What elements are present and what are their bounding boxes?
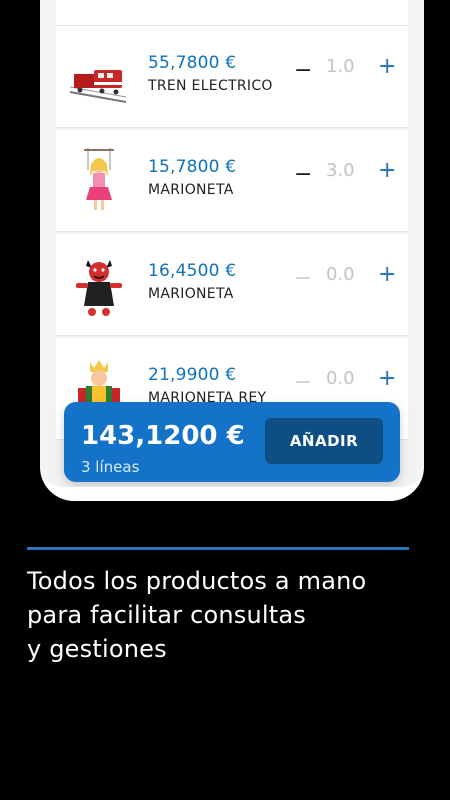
- add-button[interactable]: AÑADIR: [265, 418, 383, 464]
- product-price: 16,4500 €: [148, 261, 237, 281]
- promo-caption: Todos los productos a mano para facilita…: [27, 564, 417, 666]
- decrease-quantity-button[interactable]: −: [294, 58, 312, 83]
- puppet-girl-image: [84, 148, 114, 210]
- product-price: 21,9900 €: [148, 365, 237, 385]
- train-toy-image: [69, 70, 127, 103]
- product-price: 15,7800 €: [148, 157, 237, 177]
- caption-line: Todos los productos a mano: [27, 567, 367, 595]
- quantity-value[interactable]: 3.0: [326, 160, 355, 181]
- product-price: 55,7800 €: [148, 53, 237, 73]
- quantity-value[interactable]: 1.0: [326, 56, 355, 77]
- line-count: 3 líneas: [81, 458, 140, 476]
- increase-quantity-button[interactable]: +: [378, 54, 396, 79]
- increase-quantity-button[interactable]: +: [378, 366, 396, 391]
- list-item[interactable]: 55,7800 € TREN ELECTRICO − 1.0 +: [56, 26, 408, 128]
- decrease-quantity-button[interactable]: −: [294, 266, 312, 291]
- increase-quantity-button[interactable]: +: [378, 158, 396, 183]
- product-name: MARIONETA: [148, 286, 234, 302]
- list-item-partial: [56, 0, 408, 26]
- list-item[interactable]: 15,7800 € MARIONETA − 3.0 +: [56, 130, 408, 232]
- increase-quantity-button[interactable]: +: [378, 262, 396, 287]
- list-item[interactable]: 16,4500 € MARIONETA − 0.0 +: [56, 234, 408, 336]
- phone-mockup: 55,7800 € TREN ELECTRICO − 1.0 + 15,7800…: [40, 0, 424, 501]
- caption-divider: [27, 547, 409, 550]
- caption-line: y gestiones: [27, 635, 167, 663]
- product-name: MARIONETA: [148, 182, 234, 198]
- decrease-quantity-button[interactable]: −: [294, 370, 312, 395]
- product-name: TREN ELECTRICO: [148, 78, 273, 94]
- caption-line: para facilitar consultas: [27, 601, 307, 629]
- app-screen: 55,7800 € TREN ELECTRICO − 1.0 + 15,7800…: [40, 0, 424, 487]
- quantity-value[interactable]: 0.0: [326, 368, 355, 389]
- order-summary-bar: 143,1200 € 3 líneas AÑADIR: [64, 402, 400, 482]
- decrease-quantity-button[interactable]: −: [294, 162, 312, 187]
- order-total: 143,1200 €: [81, 421, 245, 451]
- quantity-value[interactable]: 0.0: [326, 264, 355, 285]
- puppet-devil-image: [76, 260, 122, 316]
